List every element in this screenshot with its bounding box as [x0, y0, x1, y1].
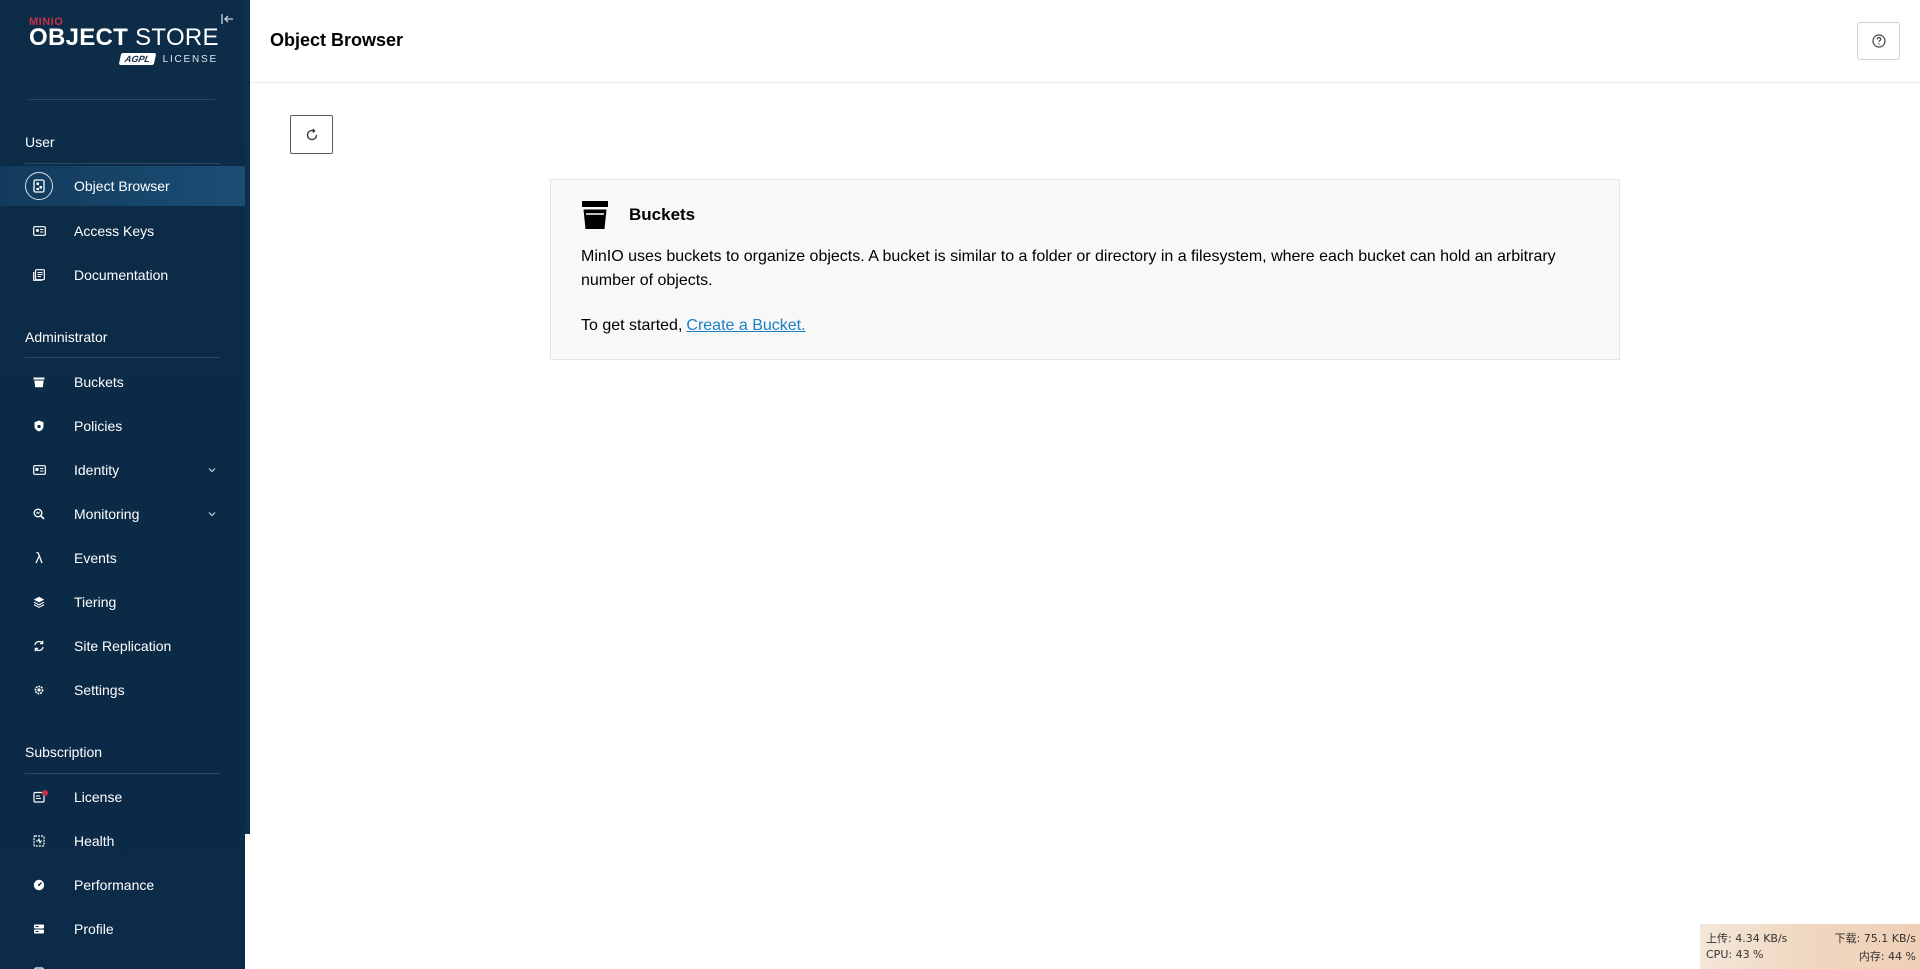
monitoring-icon [29, 504, 49, 524]
empty-state-cta: To get started, Create a Bucket. [581, 317, 806, 335]
site-replication-icon [29, 636, 49, 656]
sidebar-item-label: Buckets [74, 374, 124, 390]
page-header: Object Browser [250, 0, 1920, 83]
download-speed: 下载: 75.1 KB/s [1834, 932, 1916, 945]
refresh-icon [306, 128, 317, 140]
health-icon [29, 831, 49, 851]
sidebar-item-label: Site Replication [74, 638, 172, 654]
section-administrator: Administrator [25, 329, 108, 345]
sidebar-item-monitoring[interactable]: Monitoring [0, 494, 245, 534]
sidebar-item-label: Performance [74, 877, 155, 893]
object-browser-icon [25, 172, 53, 200]
cta-prefix: To get started, [581, 317, 683, 334]
lambda-icon: λ [35, 549, 43, 567]
divider [25, 357, 220, 358]
sidebar-item-tiering[interactable]: Tiering [0, 582, 245, 622]
page-title: Object Browser [270, 30, 404, 50]
upload-speed: 上传: 4.34 KB/s [1706, 932, 1788, 945]
sidebar-item-performance[interactable]: Performance [0, 865, 245, 905]
refresh-button[interactable] [290, 115, 333, 154]
sidebar-item-label: Object Browser [74, 178, 170, 194]
bucket-icon [29, 372, 49, 392]
sidebar-item-label: Documentation [74, 267, 169, 283]
sidebar-item-buckets[interactable]: Buckets [0, 362, 245, 402]
sidebar-item-profile[interactable]: Profile [0, 909, 245, 949]
sidebar-item-events[interactable]: λ Events [0, 538, 245, 578]
chevron-down-icon[interactable] [207, 465, 217, 475]
tiering-icon [29, 592, 49, 612]
section-user: User [25, 134, 55, 150]
create-bucket-link[interactable]: Create a Bucket. [686, 317, 805, 335]
identity-icon [29, 460, 49, 480]
sidebar-item-label: Health [74, 833, 115, 849]
memory-usage: 内存: 44 % [1858, 950, 1916, 963]
divider [25, 773, 220, 774]
logo-divider [29, 99, 215, 100]
network-monitor-widget: 上传: 4.34 KB/s 下载: 75.1 KB/s CPU: 43 % 内存… [1700, 924, 1920, 969]
sidebar-item-license[interactable]: License [0, 777, 245, 817]
sidebar-item-label: Policies [74, 418, 123, 434]
sidebar-item-identity[interactable]: Identity [0, 450, 245, 490]
sidebar-item-policies[interactable]: Policies [0, 406, 245, 446]
help-button[interactable] [1857, 22, 1900, 60]
empty-state-title: Buckets [629, 205, 696, 224]
cpu-usage: CPU: 43 % [1706, 948, 1764, 961]
notification-badge [42, 790, 48, 796]
sidebar-item-access-keys[interactable]: Access Keys [0, 211, 245, 251]
buckets-empty-state: Buckets MinIO uses buckets to organize o… [550, 179, 1620, 360]
sidebar-item-label: Access Keys [74, 223, 155, 239]
policy-icon [29, 416, 49, 436]
question-circle-icon [1871, 34, 1886, 48]
agpl-badge: AGPL [118, 53, 156, 65]
sidebar-scrollbar-track [245, 834, 250, 969]
logo-product: OBJECT STORE [29, 24, 219, 51]
collapse-sidebar-icon[interactable] [219, 10, 237, 28]
document-icon [29, 963, 49, 969]
sidebar-item-health[interactable]: Health [0, 821, 245, 861]
sidebar-item-label: License [74, 789, 123, 805]
sidebar-item-settings[interactable]: Settings [0, 670, 245, 710]
sidebar-item-object-browser[interactable]: Object Browser [0, 166, 245, 206]
sidebar-item-label: Tiering [74, 594, 117, 610]
sidebar-item-label: Identity [74, 462, 120, 478]
divider [25, 163, 220, 164]
sidebar-item-label: Profile [74, 921, 114, 937]
minio-logo[interactable]: MINIO OBJECT STORE AGPL LICENSE [29, 16, 219, 76]
chevron-down-icon[interactable] [207, 509, 217, 519]
sidebar-item-label: Monitoring [74, 506, 140, 522]
sidebar: MINIO OBJECT STORE AGPL LICENSE User Obj… [0, 0, 250, 969]
documentation-icon [29, 265, 49, 285]
profile-icon [29, 919, 49, 939]
sidebar-item-documentation[interactable]: Documentation [0, 255, 245, 295]
section-subscription: Subscription [25, 744, 103, 760]
performance-icon [29, 875, 49, 895]
gear-icon [29, 680, 49, 700]
bucket-icon [581, 200, 609, 230]
sidebar-item-partial[interactable] [0, 953, 245, 969]
license-label: LICENSE [162, 53, 218, 65]
sidebar-scrollbar[interactable] [245, 0, 250, 834]
sidebar-item-site-replication[interactable]: Site Replication [0, 626, 245, 666]
sidebar-item-label: Events [74, 550, 117, 566]
access-keys-icon [29, 221, 49, 241]
empty-state-description: MinIO uses buckets to organize objects. … [581, 248, 1556, 289]
sidebar-item-label: Settings [74, 682, 125, 698]
